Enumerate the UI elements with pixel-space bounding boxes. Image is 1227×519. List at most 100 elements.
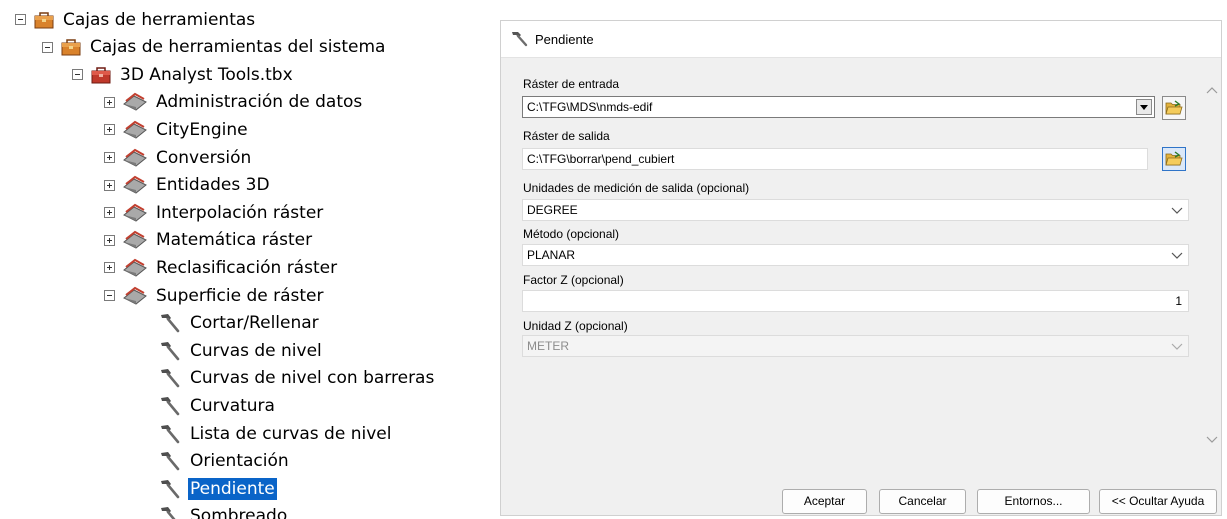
hammer-icon <box>158 478 182 500</box>
form-scrollbar[interactable] <box>1203 65 1221 485</box>
toolset-icon <box>122 286 148 306</box>
input-raster-value: C:\TFG\MDS\nmds-edif <box>527 100 653 114</box>
tree-node[interactable]: Cajas de herramientas <box>15 6 257 33</box>
tree-node-label: Cajas de herramientas <box>63 9 256 30</box>
tree-node-label: Reclasificación ráster <box>156 257 338 278</box>
chevron-up-icon[interactable] <box>1203 83 1221 99</box>
tree-node[interactable]: Curvas de nivel con barreras <box>158 365 436 392</box>
hide-help-button[interactable]: << Ocultar Ayuda <box>1099 489 1217 514</box>
chevron-down-icon <box>1171 252 1183 259</box>
tree-node[interactable]: Cajas de herramientas del sistema <box>42 34 387 61</box>
output-raster-field[interactable]: C:\TFG\borrar\pend_cubiert <box>522 148 1148 170</box>
z-factor-input[interactable]: 1 <box>522 290 1189 312</box>
output-units-select[interactable]: DEGREE <box>522 199 1189 221</box>
method-value: PLANAR <box>527 248 576 262</box>
tree-node[interactable]: Interpolación ráster <box>104 199 325 226</box>
input-raster-label: Ráster de entrada <box>523 77 620 91</box>
tree-node[interactable]: CityEngine <box>104 116 250 143</box>
output-raster-label: Ráster de salida <box>523 129 610 143</box>
output-units-value: DEGREE <box>527 203 578 217</box>
tree-node[interactable]: Administración de datos <box>104 89 364 116</box>
tree-node-label: Orientación <box>190 451 289 472</box>
toolset-icon <box>122 148 148 168</box>
dialog-title: Pendiente <box>535 31 594 47</box>
hammer-icon <box>158 505 182 519</box>
tree-node[interactable]: Curvas de nivel <box>158 337 324 364</box>
tree-node[interactable]: Pendiente <box>158 475 277 502</box>
input-raster-browse-button[interactable] <box>1162 96 1186 120</box>
tree-node-label: Administración de datos <box>156 92 363 113</box>
expand-plus-icon[interactable] <box>104 262 115 274</box>
tree-node-label: Curvatura <box>190 395 275 416</box>
tree-node[interactable]: Conversión <box>104 144 253 171</box>
panel-gap <box>450 0 500 519</box>
tree-node-label: Sombreado <box>190 506 288 519</box>
tree-node-label: Cortar/Rellenar <box>190 313 319 334</box>
chevron-down-icon <box>1171 343 1183 350</box>
collapse-minus-icon[interactable] <box>104 290 115 301</box>
z-unit-value: METER <box>527 339 569 353</box>
toolbox-icon <box>33 10 55 30</box>
tree-node[interactable]: Reclasificación ráster <box>104 254 339 281</box>
slope-tool-dialog: Pendiente Ráster de entrada C:\TFG\MDS\n… <box>500 20 1222 516</box>
environments-button[interactable]: Entornos... <box>977 489 1090 514</box>
tree-node-label: Interpolación ráster <box>156 202 324 223</box>
tree-node[interactable]: Orientación <box>158 448 291 475</box>
toolset-icon <box>122 258 148 278</box>
toolbox-icon <box>60 37 82 57</box>
dialog-titlebar: Pendiente <box>501 21 1221 58</box>
tree-node-label: Superficie de ráster <box>156 285 324 306</box>
tree-node-label: Curvas de nivel <box>190 340 322 361</box>
hammer-icon <box>158 340 182 362</box>
hammer-icon <box>158 423 182 445</box>
expand-plus-icon[interactable] <box>104 124 115 136</box>
hammer-icon <box>158 450 182 472</box>
tree-node[interactable]: Cortar/Rellenar <box>158 310 321 337</box>
tree-node[interactable]: Lista de curvas de nivel <box>158 420 393 447</box>
hammer-icon <box>158 367 182 389</box>
tree-node-label: Entidades 3D <box>156 175 270 196</box>
expand-plus-icon[interactable] <box>104 207 115 219</box>
expand-plus-icon[interactable] <box>104 96 115 108</box>
toolset-icon <box>122 120 148 140</box>
toolset-icon <box>122 92 148 112</box>
expand-plus-icon[interactable] <box>104 152 115 163</box>
z-factor-value: 1 <box>1175 294 1182 308</box>
collapse-minus-icon[interactable] <box>42 41 53 53</box>
collapse-minus-icon[interactable] <box>15 14 26 25</box>
collapse-minus-icon[interactable] <box>72 69 83 81</box>
ok-button[interactable]: Aceptar <box>782 489 867 514</box>
tree-node[interactable]: Curvatura <box>158 392 277 419</box>
z-unit-select: METER <box>522 335 1189 357</box>
tree-node[interactable]: Superficie de ráster <box>104 282 325 309</box>
chevron-down-icon[interactable] <box>1203 431 1221 447</box>
tree-node-label: CityEngine <box>156 119 248 140</box>
hammer-icon <box>509 30 529 48</box>
tree-node[interactable]: 3D Analyst Tools.tbx <box>72 61 295 88</box>
tree-node-label: 3D Analyst Tools.tbx <box>120 64 293 85</box>
toolbox-red-icon <box>90 65 112 85</box>
tree-node-label: Matemática ráster <box>156 230 313 251</box>
tree-node[interactable]: Entidades 3D <box>104 172 272 199</box>
toolbox-tree: Cajas de herramientas Cajas de herramient… <box>0 0 450 519</box>
method-label: Método (opcional) <box>523 227 620 241</box>
tree-node[interactable]: Matemática ráster <box>104 227 314 254</box>
tree-node-label: Cajas de herramientas del sistema <box>90 37 386 58</box>
input-raster-combobox[interactable]: C:\TFG\MDS\nmds-edif <box>522 96 1155 118</box>
tree-node-label: Curvas de nivel con barreras <box>190 368 435 389</box>
tree-node[interactable]: Sombreado <box>158 503 289 519</box>
hammer-icon <box>158 312 182 334</box>
output-units-label: Unidades de medición de salida (opcional… <box>523 181 750 195</box>
z-factor-label: Factor Z (opcional) <box>523 273 624 287</box>
dropdown-arrow-icon[interactable] <box>1136 99 1152 115</box>
expand-plus-icon[interactable] <box>104 234 115 246</box>
cancel-button[interactable]: Cancelar <box>879 489 966 514</box>
chevron-down-icon <box>1171 207 1183 214</box>
expand-plus-icon[interactable] <box>104 179 115 191</box>
method-select[interactable]: PLANAR <box>522 244 1189 266</box>
tree-node-label: Conversión <box>156 147 252 168</box>
toolset-icon <box>122 230 148 250</box>
output-raster-value: C:\TFG\borrar\pend_cubiert <box>527 152 675 166</box>
dialog-button-bar: Aceptar Cancelar Entornos... << Ocultar … <box>501 483 1221 517</box>
output-raster-browse-button[interactable] <box>1162 147 1186 171</box>
